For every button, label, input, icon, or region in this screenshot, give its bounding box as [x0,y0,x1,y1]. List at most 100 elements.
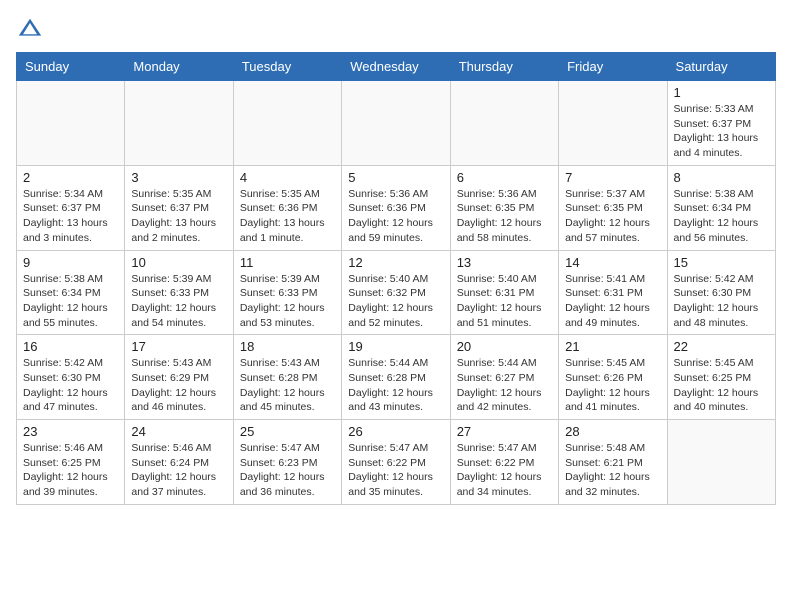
day-of-week-header: Monday [125,53,233,81]
day-info: Sunrise: 5:35 AM Sunset: 6:36 PM Dayligh… [240,187,335,246]
calendar-cell: 7 Sunrise: 5:37 AM Sunset: 6:35 PM Daylig… [559,165,667,250]
day-number: 8 [674,170,769,185]
calendar-week-row: 23 Sunrise: 5:46 AM Sunset: 6:25 PM Dayli… [17,420,776,505]
calendar-cell: 18 Sunrise: 5:43 AM Sunset: 6:28 PM Dayli… [233,335,341,420]
calendar-cell: 13 Sunrise: 5:40 AM Sunset: 6:31 PM Dayli… [450,250,558,335]
day-info: Sunrise: 5:47 AM Sunset: 6:22 PM Dayligh… [457,441,552,500]
day-info: Sunrise: 5:47 AM Sunset: 6:23 PM Dayligh… [240,441,335,500]
calendar-cell: 8 Sunrise: 5:38 AM Sunset: 6:34 PM Daylig… [667,165,775,250]
calendar-cell [125,81,233,166]
calendar-cell: 23 Sunrise: 5:46 AM Sunset: 6:25 PM Dayli… [17,420,125,505]
day-info: Sunrise: 5:43 AM Sunset: 6:28 PM Dayligh… [240,356,335,415]
day-of-week-header: Saturday [667,53,775,81]
day-info: Sunrise: 5:45 AM Sunset: 6:25 PM Dayligh… [674,356,769,415]
day-number: 14 [565,255,660,270]
calendar-cell [667,420,775,505]
day-number: 24 [131,424,226,439]
calendar-cell: 16 Sunrise: 5:42 AM Sunset: 6:30 PM Dayli… [17,335,125,420]
day-number: 25 [240,424,335,439]
day-info: Sunrise: 5:43 AM Sunset: 6:29 PM Dayligh… [131,356,226,415]
day-number: 28 [565,424,660,439]
day-number: 22 [674,339,769,354]
day-number: 11 [240,255,335,270]
day-info: Sunrise: 5:48 AM Sunset: 6:21 PM Dayligh… [565,441,660,500]
calendar-week-row: 9 Sunrise: 5:38 AM Sunset: 6:34 PM Daylig… [17,250,776,335]
calendar-cell: 25 Sunrise: 5:47 AM Sunset: 6:23 PM Dayli… [233,420,341,505]
calendar-cell: 20 Sunrise: 5:44 AM Sunset: 6:27 PM Dayli… [450,335,558,420]
page-header [16,16,776,44]
calendar-cell: 14 Sunrise: 5:41 AM Sunset: 6:31 PM Dayli… [559,250,667,335]
day-info: Sunrise: 5:46 AM Sunset: 6:25 PM Dayligh… [23,441,118,500]
calendar-cell: 9 Sunrise: 5:38 AM Sunset: 6:34 PM Daylig… [17,250,125,335]
day-info: Sunrise: 5:39 AM Sunset: 6:33 PM Dayligh… [131,272,226,331]
day-number: 21 [565,339,660,354]
calendar-cell [342,81,450,166]
calendar-cell: 22 Sunrise: 5:45 AM Sunset: 6:25 PM Dayli… [667,335,775,420]
day-number: 26 [348,424,443,439]
calendar-cell: 4Sunrise: 5:35 AM Sunset: 6:36 PM Daylig… [233,165,341,250]
day-number: 12 [348,255,443,270]
day-number: 15 [674,255,769,270]
calendar-cell: 12 Sunrise: 5:40 AM Sunset: 6:32 PM Dayli… [342,250,450,335]
calendar-cell: 24 Sunrise: 5:46 AM Sunset: 6:24 PM Dayli… [125,420,233,505]
day-number: 16 [23,339,118,354]
day-number: 19 [348,339,443,354]
calendar-week-row: 16 Sunrise: 5:42 AM Sunset: 6:30 PM Dayli… [17,335,776,420]
calendar-cell: 3 Sunrise: 5:35 AM Sunset: 6:37 PM Daylig… [125,165,233,250]
day-info: Sunrise: 5:38 AM Sunset: 6:34 PM Dayligh… [23,272,118,331]
calendar-cell: 15Sunrise: 5:42 AM Sunset: 6:30 PM Dayli… [667,250,775,335]
calendar-cell: 17Sunrise: 5:43 AM Sunset: 6:29 PM Dayli… [125,335,233,420]
calendar-cell: 1 Sunrise: 5:33 AM Sunset: 6:37 PM Daylig… [667,81,775,166]
calendar-cell: 28 Sunrise: 5:48 AM Sunset: 6:21 PM Dayli… [559,420,667,505]
day-info: Sunrise: 5:44 AM Sunset: 6:28 PM Dayligh… [348,356,443,415]
calendar-header-row: SundayMondayTuesdayWednesdayThursdayFrid… [17,53,776,81]
calendar-cell [17,81,125,166]
day-info: Sunrise: 5:36 AM Sunset: 6:36 PM Dayligh… [348,187,443,246]
day-number: 27 [457,424,552,439]
day-of-week-header: Tuesday [233,53,341,81]
day-of-week-header: Sunday [17,53,125,81]
calendar-cell [450,81,558,166]
day-number: 10 [131,255,226,270]
calendar-cell: 11 Sunrise: 5:39 AM Sunset: 6:33 PM Dayli… [233,250,341,335]
calendar-cell: 21 Sunrise: 5:45 AM Sunset: 6:26 PM Dayli… [559,335,667,420]
day-info: Sunrise: 5:42 AM Sunset: 6:30 PM Dayligh… [23,356,118,415]
calendar-week-row: 2Sunrise: 5:34 AM Sunset: 6:37 PM Daylig… [17,165,776,250]
calendar-cell: 6Sunrise: 5:36 AM Sunset: 6:35 PM Daylig… [450,165,558,250]
day-info: Sunrise: 5:38 AM Sunset: 6:34 PM Dayligh… [674,187,769,246]
day-number: 18 [240,339,335,354]
day-number: 7 [565,170,660,185]
day-number: 20 [457,339,552,354]
calendar-cell: 19 Sunrise: 5:44 AM Sunset: 6:28 PM Dayli… [342,335,450,420]
day-of-week-header: Friday [559,53,667,81]
day-number: 5 [348,170,443,185]
day-info: Sunrise: 5:47 AM Sunset: 6:22 PM Dayligh… [348,441,443,500]
calendar: SundayMondayTuesdayWednesdayThursdayFrid… [16,52,776,505]
day-info: Sunrise: 5:46 AM Sunset: 6:24 PM Dayligh… [131,441,226,500]
calendar-cell: 27 Sunrise: 5:47 AM Sunset: 6:22 PM Dayli… [450,420,558,505]
calendar-cell: 10 Sunrise: 5:39 AM Sunset: 6:33 PM Dayli… [125,250,233,335]
calendar-cell [559,81,667,166]
day-number: 13 [457,255,552,270]
day-info: Sunrise: 5:45 AM Sunset: 6:26 PM Dayligh… [565,356,660,415]
day-info: Sunrise: 5:37 AM Sunset: 6:35 PM Dayligh… [565,187,660,246]
calendar-week-row: 1 Sunrise: 5:33 AM Sunset: 6:37 PM Daylig… [17,81,776,166]
day-info: Sunrise: 5:40 AM Sunset: 6:32 PM Dayligh… [348,272,443,331]
day-of-week-header: Thursday [450,53,558,81]
day-number: 3 [131,170,226,185]
day-info: Sunrise: 5:35 AM Sunset: 6:37 PM Dayligh… [131,187,226,246]
calendar-cell: 2Sunrise: 5:34 AM Sunset: 6:37 PM Daylig… [17,165,125,250]
day-info: Sunrise: 5:36 AM Sunset: 6:35 PM Dayligh… [457,187,552,246]
calendar-cell [233,81,341,166]
day-info: Sunrise: 5:33 AM Sunset: 6:37 PM Dayligh… [674,102,769,161]
day-info: Sunrise: 5:40 AM Sunset: 6:31 PM Dayligh… [457,272,552,331]
day-number: 2 [23,170,118,185]
day-info: Sunrise: 5:39 AM Sunset: 6:33 PM Dayligh… [240,272,335,331]
day-info: Sunrise: 5:44 AM Sunset: 6:27 PM Dayligh… [457,356,552,415]
day-number: 1 [674,85,769,100]
logo [16,16,48,44]
day-number: 9 [23,255,118,270]
calendar-cell: 26 Sunrise: 5:47 AM Sunset: 6:22 PM Dayli… [342,420,450,505]
day-info: Sunrise: 5:41 AM Sunset: 6:31 PM Dayligh… [565,272,660,331]
day-number: 23 [23,424,118,439]
